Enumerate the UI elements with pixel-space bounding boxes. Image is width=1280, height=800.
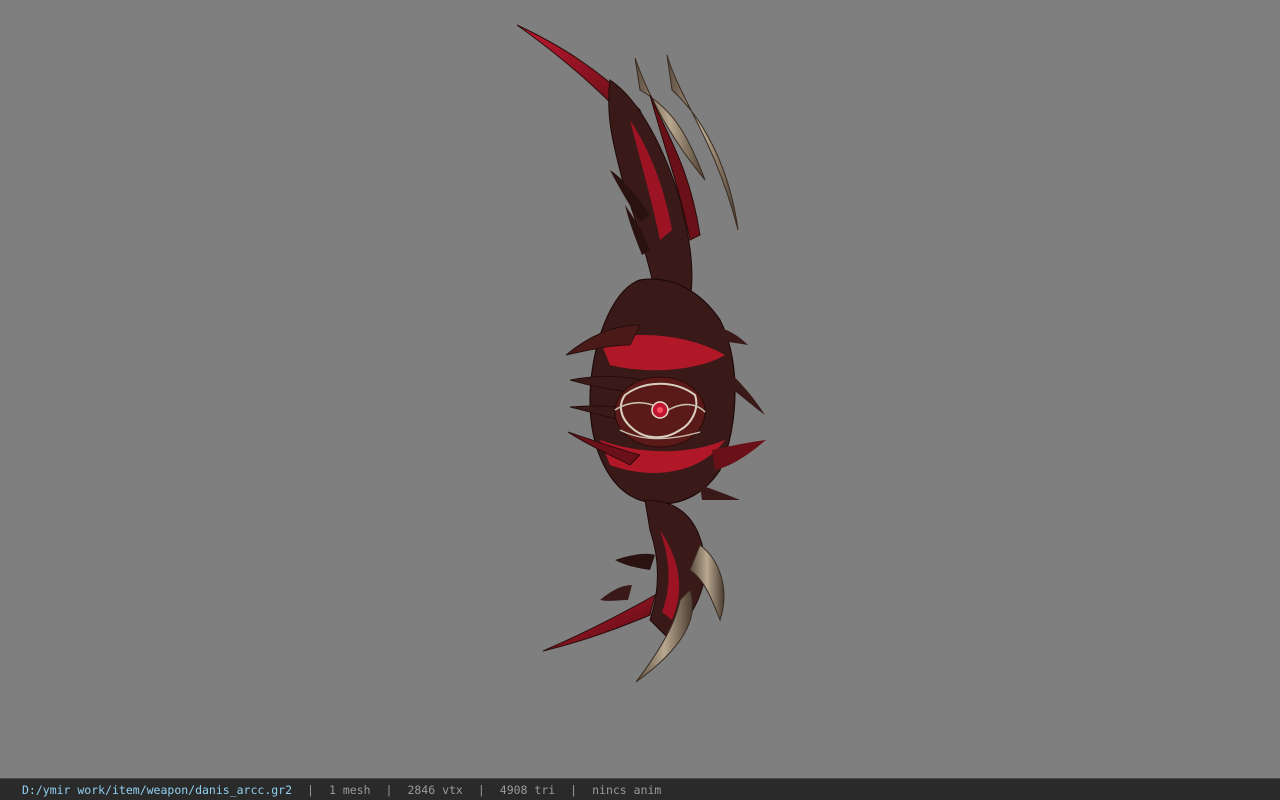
status-bar: D:/ymir work/item/weapon/danis_arcc.gr2 … bbox=[0, 778, 1280, 800]
status-separator: | bbox=[570, 782, 578, 797]
lower-limb-tip bbox=[542, 593, 656, 652]
lower-spike-left bbox=[615, 553, 655, 570]
center-gem-inner bbox=[657, 407, 663, 413]
lower-spike-small bbox=[600, 585, 632, 601]
file-path: D:/ymir work/item/weapon/danis_arcc.gr2 bbox=[22, 782, 293, 797]
vertex-count: 2846 vtx bbox=[407, 782, 463, 797]
mesh-count: 1 mesh bbox=[328, 782, 371, 797]
anim-status: nincs anim bbox=[592, 782, 662, 797]
3d-viewport[interactable] bbox=[0, 0, 1280, 778]
triangle-count: 4908 tri bbox=[499, 782, 556, 797]
center-spike-r4 bbox=[700, 485, 740, 500]
status-separator: | bbox=[307, 782, 314, 797]
bow-model[interactable] bbox=[0, 0, 1280, 778]
status-separator: | bbox=[385, 782, 393, 797]
status-separator: | bbox=[477, 782, 485, 797]
